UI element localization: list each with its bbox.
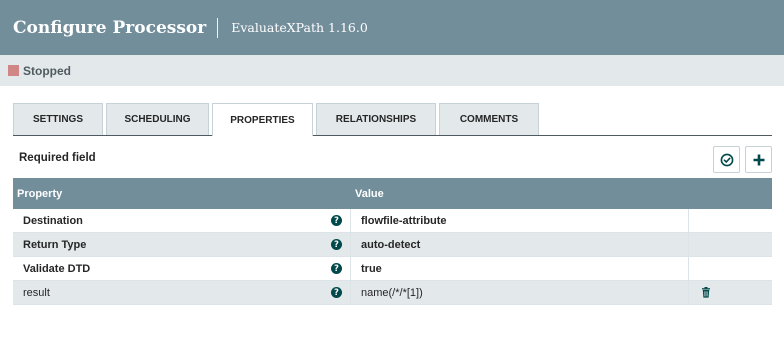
row-actions [689,281,772,304]
help-icon[interactable]: ? [331,263,342,274]
row-actions [689,209,772,232]
dialog-header: Configure Processor EvaluateXPath 1.16.0 [0,0,784,55]
table-row[interactable]: result ? name(/*/*[1]) [13,281,772,305]
property-value-cell[interactable]: auto-detect [351,233,689,256]
tab-comments[interactable]: COMMENTS [439,103,539,135]
status-bar: Stopped [0,55,784,86]
help-icon[interactable]: ? [331,239,342,250]
status-text: Stopped [23,63,71,78]
verify-properties-button[interactable] [713,146,740,173]
required-field-label: Required field [19,152,96,164]
tab-underline [13,135,772,136]
tab-relationships[interactable]: RELATIONSHIPS [316,103,436,135]
property-name-cell: Validate DTD ? [13,257,351,280]
help-icon[interactable]: ? [331,287,342,298]
value-column-header: Value [355,187,384,200]
processor-type: EvaluateXPath 1.16.0 [231,20,368,35]
properties-table: Property Value Destination ? flowfile-at… [13,178,772,305]
help-icon[interactable]: ? [331,215,342,226]
add-property-button[interactable] [745,146,772,173]
tab-properties[interactable]: PROPERTIES [212,103,313,137]
property-value-cell[interactable]: name(/*/*[1]) [351,281,689,304]
table-row[interactable]: Return Type ? auto-detect [13,233,772,257]
row-actions [689,233,772,256]
property-name-cell: result ? [13,281,351,304]
property-name: result [23,286,50,299]
table-row[interactable]: Destination ? flowfile-attribute [13,209,772,233]
row-actions [689,257,772,280]
plus-icon [753,154,764,165]
property-value-cell[interactable]: true [351,257,689,280]
table-row[interactable]: Validate DTD ? true [13,257,772,281]
property-value-cell[interactable]: flowfile-attribute [351,209,689,232]
property-column-header: Property [17,187,63,200]
header-divider [217,17,219,38]
property-name-cell: Destination ? [13,209,351,232]
stopped-icon [8,65,19,76]
tab-scheduling[interactable]: SCHEDULING [106,103,209,135]
trash-icon[interactable] [701,287,711,298]
tab-settings[interactable]: SETTINGS [13,103,103,135]
tab-bar: SETTINGS SCHEDULING PROPERTIES RELATIONS… [13,103,542,137]
check-circle-icon [720,153,733,166]
property-name: Validate DTD [23,262,91,275]
property-name: Return Type [23,238,87,251]
table-header: Property Value [13,178,772,209]
property-name-cell: Return Type ? [13,233,351,256]
property-name: Destination [23,214,83,227]
dialog-title: Configure Processor [13,17,207,38]
